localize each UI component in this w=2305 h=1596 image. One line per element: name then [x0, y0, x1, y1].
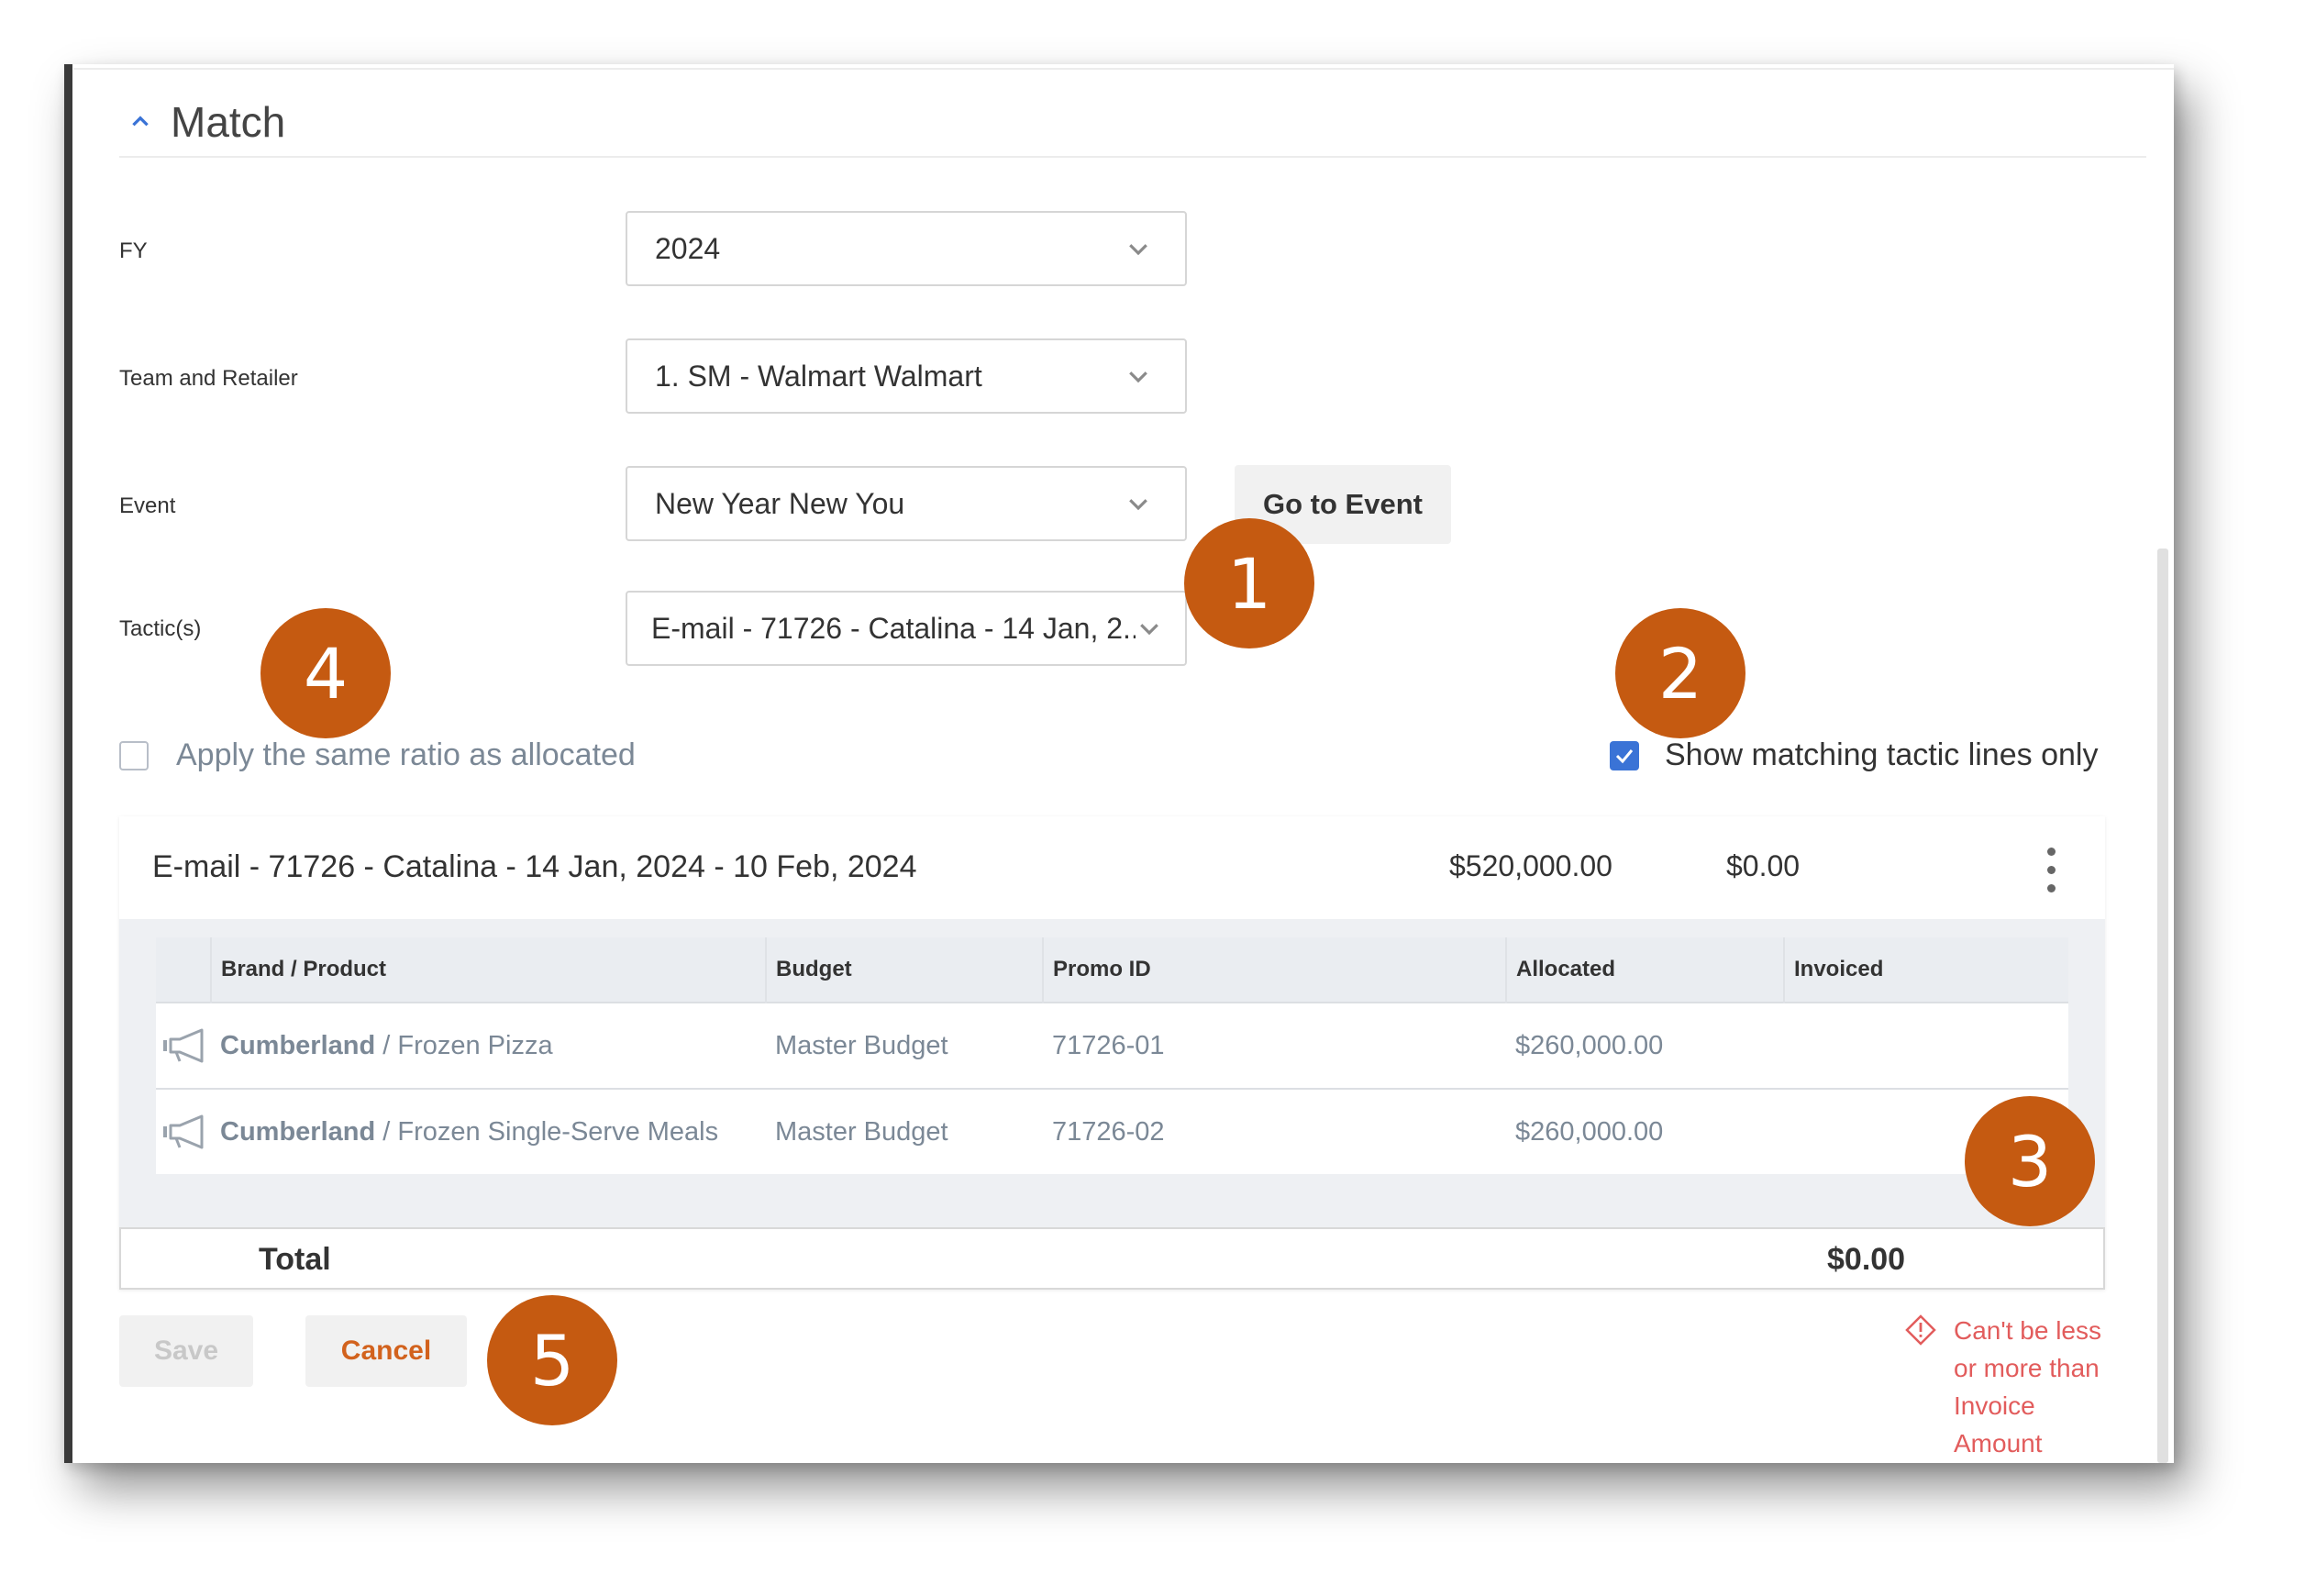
team-retailer-value: 1. SM - Walmart Walmart — [655, 359, 982, 393]
match-panel: Match FY 2024 Team and Retailer 1. SM - … — [64, 64, 2174, 1463]
error-message: Can't be less or more than Invoice Amoun… — [1954, 1316, 2101, 1457]
apply-ratio-option[interactable]: Apply the same ratio as allocated — [119, 737, 636, 773]
step-marker-5: 5 — [487, 1295, 617, 1425]
fy-value: 2024 — [655, 231, 721, 265]
show-matching-checkbox[interactable] — [1610, 740, 1639, 770]
validation-error: Can't be less or more than Invoice Amoun… — [1904, 1312, 2124, 1462]
column-header[interactable]: Brand / Product — [211, 937, 767, 1003]
fy-label: FY — [119, 238, 148, 263]
brand-name: Cumberland — [220, 1030, 376, 1060]
team-retailer-label: Team and Retailer — [119, 366, 298, 391]
column-header[interactable]: Invoiced — [1784, 937, 2068, 1003]
tactics-label: Tactic(s) — [119, 616, 202, 641]
checkmark-icon — [1615, 748, 1634, 763]
table-header-row: Brand / Product Budget Promo ID Allocate… — [156, 937, 2068, 1003]
step-marker-2: 2 — [1615, 608, 1745, 738]
chevron-up-icon[interactable] — [128, 110, 152, 134]
event-select[interactable]: New Year New You — [626, 466, 1187, 541]
invoiced-cell[interactable] — [1784, 1002, 2068, 1089]
tactic-invoiced-amount: $0.00 — [1726, 849, 1801, 882]
promo-id-cell: 71726-01 — [1043, 1002, 1506, 1089]
event-label: Event — [119, 493, 176, 518]
show-matching-label: Show matching tactic lines only — [1665, 737, 2099, 772]
total-row: Total $0.00 — [119, 1227, 2105, 1290]
tactic-allocated-amount: $520,000.00 — [1449, 849, 1612, 882]
brand-name: Cumberland — [220, 1116, 376, 1147]
table-row[interactable]: Cumberland / Frozen Single-Serve Meals M… — [156, 1088, 2068, 1174]
tactics-select[interactable]: E-mail - 71726 - Catalina - 14 Jan, 2... — [626, 591, 1187, 666]
total-value: $0.00 — [1827, 1242, 1906, 1277]
tactics-value: E-mail - 71726 - Catalina - 14 Jan, 2... — [651, 611, 1136, 645]
tactic-lines-table: Brand / Product Budget Promo ID Allocate… — [156, 937, 2068, 1174]
apply-ratio-label: Apply the same ratio as allocated — [176, 737, 636, 772]
fy-select[interactable]: 2024 — [626, 211, 1187, 286]
step-marker-3: 3 — [1965, 1096, 2095, 1226]
megaphone-icon — [163, 1114, 204, 1149]
chevron-down-icon — [1129, 244, 1147, 256]
brand-product-cell: Cumberland / Frozen Single-Serve Meals — [211, 1088, 766, 1174]
promo-id-cell: 71726-02 — [1043, 1088, 1506, 1174]
allocated-cell: $260,000.00 — [1506, 1088, 1784, 1174]
total-label: Total — [259, 1242, 331, 1277]
more-options-icon[interactable] — [2043, 848, 2059, 893]
budget-cell: Master Budget — [766, 1088, 1043, 1174]
product-name: / Frozen Single-Serve Meals — [375, 1116, 719, 1147]
product-name: / Frozen Pizza — [375, 1030, 553, 1060]
chevron-down-icon — [1140, 624, 1158, 636]
save-button[interactable]: Save — [119, 1315, 253, 1387]
apply-ratio-checkbox[interactable] — [119, 740, 149, 770]
step-marker-1: 1 — [1184, 518, 1314, 648]
chevron-down-icon — [1129, 499, 1147, 511]
cancel-button[interactable]: Cancel — [305, 1315, 467, 1387]
vertical-scrollbar[interactable] — [2157, 549, 2168, 1463]
team-retailer-select[interactable]: 1. SM - Walmart Walmart — [626, 338, 1187, 414]
brand-product-cell: Cumberland / Frozen Pizza — [211, 1002, 766, 1089]
column-header[interactable]: Allocated — [1506, 937, 1785, 1003]
section-title: Match — [171, 98, 286, 146]
top-divider — [73, 68, 2174, 70]
megaphone-icon — [163, 1028, 204, 1063]
column-header-icon — [156, 937, 212, 1003]
column-header[interactable]: Promo ID — [1043, 937, 1507, 1003]
table-row[interactable]: Cumberland / Frozen Pizza Master Budget … — [156, 1002, 2068, 1089]
tactic-card-header[interactable]: E-mail - 71726 - Catalina - 14 Jan, 2024… — [119, 816, 2105, 919]
show-matching-option[interactable]: Show matching tactic lines only — [1610, 737, 2098, 773]
allocated-cell: $260,000.00 — [1506, 1002, 1784, 1089]
column-header[interactable]: Budget — [766, 937, 1044, 1003]
event-value: New Year New You — [655, 486, 905, 520]
warning-diamond-icon — [1905, 1314, 1936, 1346]
tactic-lines-area: Brand / Product Budget Promo ID Allocate… — [119, 919, 2105, 1227]
tactic-card: E-mail - 71726 - Catalina - 14 Jan, 2024… — [119, 816, 2105, 1290]
match-section-header[interactable]: Match — [119, 88, 2146, 158]
budget-cell: Master Budget — [766, 1002, 1043, 1089]
chevron-down-icon — [1129, 371, 1147, 383]
tactic-name: E-mail - 71726 - Catalina - 14 Jan, 2024… — [152, 849, 917, 884]
left-edge-bar — [64, 64, 72, 1463]
step-marker-4: 4 — [260, 608, 391, 738]
